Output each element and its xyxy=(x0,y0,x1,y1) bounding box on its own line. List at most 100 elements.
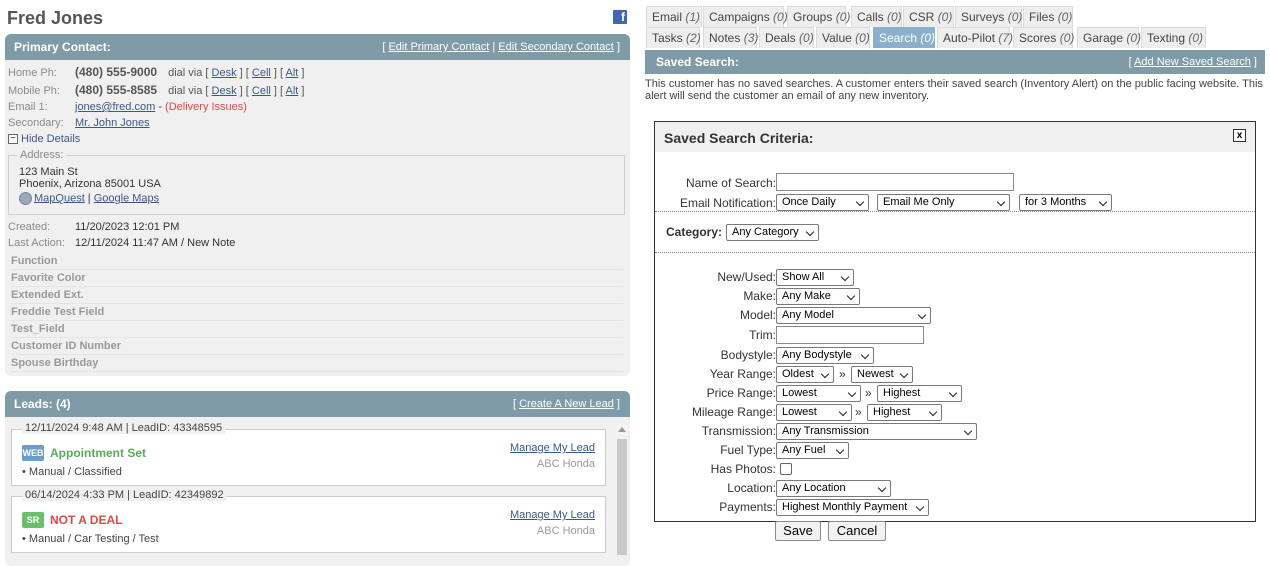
tab-tasks[interactable]: Tasks (2) xyxy=(646,27,701,48)
lead-actions: Manage My Lead ABC Honda xyxy=(510,442,595,470)
fuel-type-label: Fuel Type: xyxy=(720,443,776,457)
lead-tags: • Manual / Classified xyxy=(22,466,122,478)
address-lines: 123 Main St Phoenix, Arizona 85001 USA xyxy=(19,166,161,190)
location-select[interactable]: Any Location xyxy=(776,480,891,497)
email-target-select[interactable]: Email Me Only xyxy=(877,194,1010,211)
lead-status: NOT A DEAL xyxy=(50,513,123,527)
last-action-value: 12/11/2024 11:47 AM / New Note xyxy=(75,237,236,249)
model-select[interactable]: Any Model xyxy=(776,307,931,324)
mobile-phone-row: Mobile Ph: (480) 555-8585 dial via [ Desk… xyxy=(8,82,305,98)
create-lead-link[interactable]: Create A New Lead xyxy=(519,398,614,410)
tab-label: Scores xyxy=(1019,31,1057,45)
price-range-label: Price Range: xyxy=(706,386,776,400)
payments-select[interactable]: Highest Monthly Payment xyxy=(776,499,929,516)
tab-surveys[interactable]: Surveys (0) xyxy=(955,6,1022,27)
lead-source-badge: WEB xyxy=(22,445,44,461)
lead-actions: Manage My Lead ABC Honda xyxy=(510,509,595,537)
custom-field-spouse-birthday: Spouse Birthday xyxy=(11,355,623,372)
hide-details-toggle[interactable]: − Hide Details xyxy=(8,132,80,146)
secondary-contact-link[interactable]: Mr. John Jones xyxy=(75,117,150,129)
manage-lead-link[interactable]: Manage My Lead xyxy=(510,442,595,454)
mobile-dial-alt-link[interactable]: Alt xyxy=(286,85,299,97)
transmission-select[interactable]: Any Transmission xyxy=(776,423,977,440)
mileage-to-select[interactable]: Highest xyxy=(867,404,942,421)
tab-csr[interactable]: CSR (0) xyxy=(903,6,954,27)
criteria-title-bar: Saved Search Criteria: x xyxy=(655,122,1255,152)
lead-dealer: ABC Honda xyxy=(536,525,595,537)
close-icon[interactable]: x xyxy=(1233,129,1246,142)
delivery-issues-text: (Delivery Issues) xyxy=(165,101,247,113)
category-select[interactable]: Any Category xyxy=(726,224,819,241)
mobile-dial-cell-link[interactable]: Cell xyxy=(252,85,271,97)
bodystyle-select[interactable]: Any Bodystyle xyxy=(776,347,874,364)
mileage-range-separator: » xyxy=(855,405,862,419)
mapquest-link[interactable]: MapQuest xyxy=(34,192,85,204)
address-line-2: Phoenix, Arizona 85001 USA xyxy=(19,178,161,190)
tab-count: (0) xyxy=(1188,31,1204,45)
tab-search[interactable]: Search (0) xyxy=(873,27,935,48)
cancel-button[interactable]: Cancel xyxy=(828,521,886,541)
email-label: Email 1: xyxy=(8,101,48,113)
tab-count: (0) xyxy=(773,10,788,24)
saved-search-header-links: [ Add New Saved Search ] xyxy=(1128,56,1257,68)
saved-search-title: Saved Search: xyxy=(656,55,739,69)
google-maps-link[interactable]: Google Maps xyxy=(94,192,159,204)
home-dial-alt-link[interactable]: Alt xyxy=(286,67,299,79)
has-photos-checkbox[interactable] xyxy=(780,463,792,475)
year-from-select[interactable]: Oldest xyxy=(776,366,834,383)
manage-lead-link[interactable]: Manage My Lead xyxy=(510,509,595,521)
year-to-select[interactable]: Newest xyxy=(851,366,913,383)
trim-input[interactable] xyxy=(776,326,924,344)
mobile-phone-label: Mobile Ph: xyxy=(8,85,60,97)
dial-via-label: dial via xyxy=(168,67,203,79)
price-to-select[interactable]: Highest xyxy=(877,385,962,402)
mileage-from-select[interactable]: Lowest xyxy=(776,404,852,421)
leads-scrollbar[interactable] xyxy=(616,425,628,555)
email-duration-select[interactable]: for 3 Months xyxy=(1019,194,1112,211)
tab-deals[interactable]: Deals (0) xyxy=(759,27,814,48)
tab-value[interactable]: Value (0) xyxy=(816,27,870,48)
lead-dealer: ABC Honda xyxy=(536,458,595,470)
save-button[interactable]: Save xyxy=(775,521,821,541)
home-dial-cell-link[interactable]: Cell xyxy=(252,67,271,79)
scrollbar-thumb[interactable] xyxy=(617,439,627,555)
tab-count: (0) xyxy=(1126,31,1142,45)
name-of-search-input[interactable] xyxy=(776,173,1014,191)
tab-garage[interactable]: Garage (0) xyxy=(1077,27,1142,48)
email-frequency-select[interactable]: Once Daily xyxy=(776,194,869,211)
tab-email[interactable]: Email (1) xyxy=(646,6,702,27)
home-dial-desk-link[interactable]: Desk xyxy=(212,67,237,79)
mobile-phone-value: (480) 555-8585 xyxy=(75,83,158,97)
created-row: Created: 11/20/2023 12:01 PM xyxy=(8,219,179,235)
hide-details-link[interactable]: Hide Details xyxy=(21,133,80,145)
email-link[interactable]: jones@fred.com xyxy=(75,101,155,113)
mobile-dial-desk-link[interactable]: Desk xyxy=(212,85,237,97)
secondary-row: Secondary: Mr. John Jones xyxy=(8,115,150,131)
address-line-1: 123 Main St xyxy=(19,166,78,178)
make-select[interactable]: Any Make xyxy=(776,288,860,305)
price-from-select[interactable]: Lowest xyxy=(776,385,861,402)
tab-scores[interactable]: Scores (0) xyxy=(1013,27,1075,48)
lead-card: 12/11/2024 9:48 AM | LeadID: 43348595 WE… xyxy=(11,422,606,486)
tab-campaigns[interactable]: Campaigns (0) xyxy=(703,6,788,27)
facebook-icon[interactable]: f xyxy=(613,10,627,24)
tab-notes[interactable]: Notes (3) xyxy=(703,27,758,48)
tab-texting[interactable]: Texting (0) xyxy=(1141,27,1206,48)
edit-primary-contact-link[interactable]: Edit Primary Contact xyxy=(388,41,489,53)
tab-files[interactable]: Files (0) xyxy=(1023,6,1073,27)
created-value: 11/20/2023 12:01 PM xyxy=(75,221,180,233)
email-separator: - xyxy=(155,101,166,113)
add-saved-search-link[interactable]: Add New Saved Search xyxy=(1134,56,1251,68)
tab-calls[interactable]: Calls (0) xyxy=(851,6,902,27)
scroll-up-arrow-icon[interactable] xyxy=(618,427,626,432)
tab-auto-pilot[interactable]: Auto-Pilot (7) xyxy=(937,27,1013,48)
fuel-type-select[interactable]: Any Fuel xyxy=(776,442,849,459)
edit-secondary-contact-link[interactable]: Edit Secondary Contact xyxy=(498,41,614,53)
lead-meta: 06/14/2024 4:33 PM | LeadID: 42349892 xyxy=(22,489,227,501)
location-label: Location: xyxy=(727,481,776,495)
tab-count: (0) xyxy=(1059,31,1075,45)
tab-groups[interactable]: Groups (0) xyxy=(787,6,850,27)
tab-label: Calls xyxy=(857,10,884,24)
custom-field-freddie-test: Freddie Test Field xyxy=(11,304,623,321)
new-used-select[interactable]: Show All xyxy=(776,269,854,286)
